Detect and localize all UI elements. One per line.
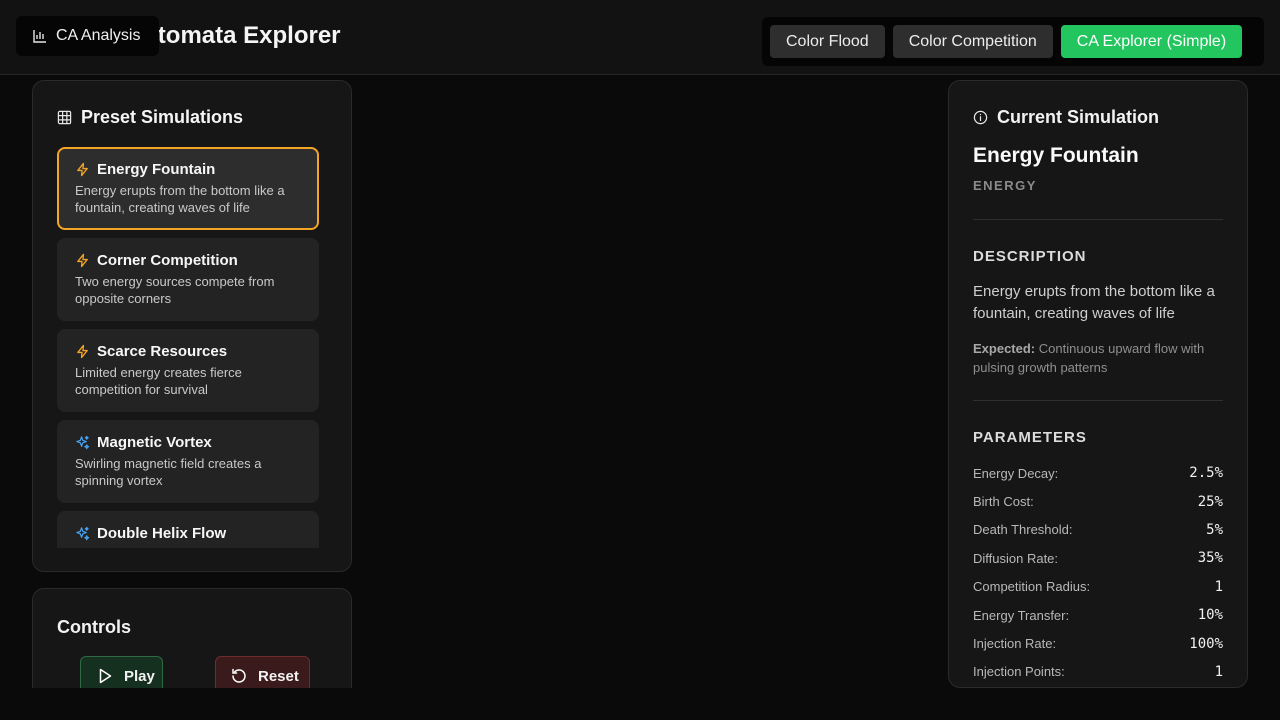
parameter-row: Death Threshold: 5%: [973, 516, 1223, 544]
current-simulation-title: Current Simulation: [997, 107, 1160, 127]
sparkles-icon: [76, 435, 90, 450]
reset-icon: [232, 668, 246, 683]
parameter-label: Injection Points:: [973, 664, 1065, 680]
grid-icon: [57, 110, 72, 125]
preset-name: Energy Fountain: [97, 161, 216, 178]
parameter-value: 1: [1214, 578, 1223, 595]
preset-double-helix-flow[interactable]: Double Helix Flow: [57, 511, 319, 548]
parameter-row: Energy Transfer: 10%: [973, 601, 1223, 629]
parameter-label: Energy Transfer:: [973, 607, 1070, 623]
expected-behavior: Expected: Continuous upward flow with pu…: [973, 339, 1223, 377]
reset-label: Reset: [258, 667, 299, 685]
preset-name: Scarce Resources: [97, 343, 228, 360]
parameter-row: Diffusion Rate: 35%: [973, 544, 1223, 572]
preset-name: Double Helix Flow: [97, 525, 227, 542]
lightning-icon: [77, 253, 88, 268]
viewport-bottom-edge: [0, 688, 1280, 720]
parameter-label: Competition Radius:: [973, 579, 1091, 595]
preset-energy-fountain[interactable]: Energy Fountain Energy erupts from the b…: [57, 147, 319, 230]
ca-analysis-button[interactable]: CA Analysis: [16, 16, 159, 56]
parameter-label: Injection Rate:: [973, 636, 1057, 652]
parameter-value: 35%: [1197, 550, 1223, 567]
parameter-value: 2.5%: [1189, 465, 1223, 482]
play-icon: [99, 668, 112, 684]
simulation-category: ENERGY: [973, 178, 1037, 193]
app-header: Cellular Automata Explorer CA Analysis C…: [0, 0, 1280, 75]
preset-description: Two energy sources compete from opposite…: [75, 274, 275, 306]
preset-item-header: Double Helix Flow: [75, 525, 301, 542]
preset-corner-competition[interactable]: Corner Competition Two energy sources co…: [57, 238, 319, 321]
mode-color-competition-button[interactable]: Color Competition: [892, 25, 1053, 58]
lightning-icon: [77, 162, 88, 177]
sparkles-icon: [76, 526, 90, 541]
preset-panel-title: Preset Simulations: [81, 107, 244, 127]
preset-item-header: Scarce Resources: [75, 343, 301, 360]
divider: [973, 400, 1223, 401]
simulation-description: Energy erupts from the bottom like a fou…: [973, 283, 1215, 322]
parameter-row: Injection Rate: 100%: [973, 629, 1223, 657]
preset-description: Energy erupts from the bottom like a fou…: [75, 183, 285, 215]
description-heading: DESCRIPTION: [973, 248, 1087, 265]
parameter-row: Energy Decay: 2.5%: [973, 459, 1223, 487]
parameter-label: Diffusion Rate:: [973, 550, 1059, 566]
parameter-list: Energy Decay: 2.5% Birth Cost: 25% Death T…: [973, 459, 1223, 686]
preset-name: Corner Competition: [97, 252, 238, 269]
preset-scarce-resources[interactable]: Scarce Resources Limited energy creates …: [57, 329, 319, 412]
controls-panel: Controls Play Reset: [32, 588, 352, 698]
parameter-value: 10%: [1197, 607, 1223, 624]
mode-switcher: Color Flood Color Competition CA Explore…: [762, 17, 1264, 66]
bar-chart-icon: [33, 30, 46, 43]
preset-description: Swirling magnetic field creates a spinni…: [75, 456, 262, 488]
parameter-value: 25%: [1197, 493, 1223, 510]
lightning-icon: [77, 344, 88, 359]
simulation-name: Energy Fountain: [973, 144, 1139, 167]
play-label: Play: [124, 667, 155, 685]
preset-simulations-panel: Preset Simulations Energy Fountain Energ…: [32, 80, 352, 572]
preset-item-header: Energy Fountain: [75, 161, 301, 178]
parameter-row: Competition Radius: 1: [973, 573, 1223, 601]
info-icon: [973, 110, 988, 125]
preset-description: Limited energy creates fierce competitio…: [75, 365, 242, 397]
preset-panel-header: Preset Simulations: [57, 107, 243, 128]
ca-analysis-label: CA Analysis: [56, 27, 141, 44]
controls-title: Controls: [57, 617, 131, 637]
parameters-heading: PARAMETERS: [973, 429, 1087, 446]
parameter-value: 1: [1214, 663, 1223, 680]
current-simulation-panel: Current Simulation Energy Fountain ENERG…: [948, 80, 1248, 688]
mode-ca-explorer-button[interactable]: CA Explorer (Simple): [1060, 25, 1243, 58]
parameter-value: 5%: [1206, 521, 1223, 538]
divider: [973, 219, 1223, 220]
preset-item-header: Corner Competition: [75, 252, 301, 269]
parameter-value: 100%: [1189, 635, 1223, 652]
current-simulation-header: Current Simulation: [973, 107, 1159, 128]
parameter-row: Injection Points: 1: [973, 658, 1223, 686]
parameter-label: Death Threshold:: [973, 522, 1073, 538]
preset-magnetic-vortex[interactable]: Magnetic Vortex Swirling magnetic field …: [57, 420, 319, 503]
preset-name: Magnetic Vortex: [97, 434, 212, 451]
parameter-row: Birth Cost: 25%: [973, 487, 1223, 515]
expected-label: Expected:: [973, 341, 1036, 356]
preset-list[interactable]: Energy Fountain Energy erupts from the b…: [57, 147, 319, 548]
parameter-label: Energy Decay:: [973, 465, 1059, 481]
mode-color-flood-button[interactable]: Color Flood: [770, 25, 885, 58]
preset-item-header: Magnetic Vortex: [75, 434, 301, 451]
parameter-label: Birth Cost:: [973, 494, 1034, 510]
